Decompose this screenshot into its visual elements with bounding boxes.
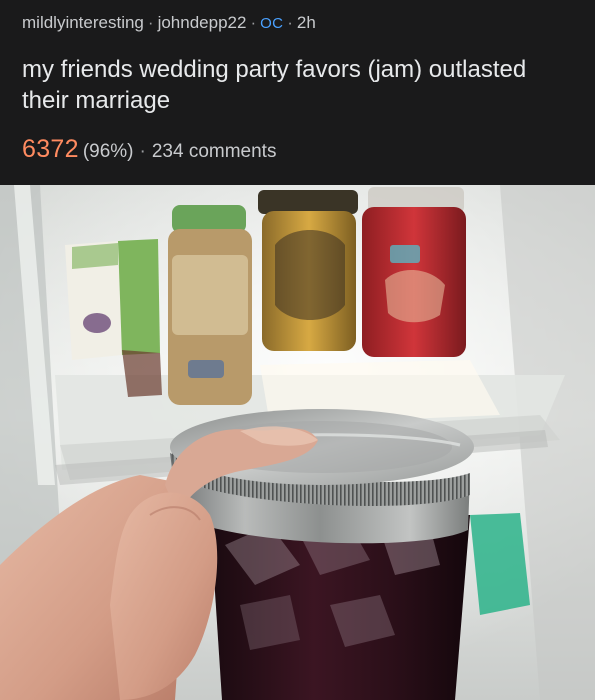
- score-count: 6372: [22, 135, 79, 163]
- author-link[interactable]: johndepp22: [158, 13, 247, 32]
- green-item: [470, 513, 530, 615]
- meta-separator: ·: [147, 13, 154, 32]
- green-jar-lid: [172, 205, 246, 233]
- stats-separator: ·: [139, 141, 146, 162]
- red-jar-label-art: [385, 269, 445, 323]
- meta-separator: ·: [287, 13, 293, 32]
- pickle-jar-contents: [275, 230, 345, 320]
- carton-base-shadow: [122, 350, 162, 397]
- tan-jar-label: [172, 255, 248, 335]
- oc-flair-badge: OC: [260, 15, 284, 32]
- tan-jar-sticker: [188, 360, 224, 378]
- post-age: 2h: [296, 13, 316, 32]
- upvote-ratio: (96%): [82, 141, 134, 162]
- meta-separator: ·: [250, 13, 257, 32]
- post-stats: 6372 (96%) · 234 comments: [22, 136, 573, 165]
- pickle-jar-lid: [258, 190, 358, 214]
- subreddit-link[interactable]: mildlyinteresting: [22, 13, 144, 32]
- post-image[interactable]: [0, 185, 595, 700]
- carton-logo: [83, 313, 111, 333]
- carton-label: [72, 243, 118, 269]
- post-header: mildlyinteresting · johndepp22 · OC · 2h my fr…: [0, 0, 595, 185]
- post-title[interactable]: my friends wedding party favors (jam) ou…: [22, 54, 542, 116]
- post-meta: mildlyinteresting · johndepp22 · OC · 2h: [22, 11, 573, 36]
- carton-side: [118, 239, 160, 355]
- red-jar-label-mark: [390, 245, 420, 263]
- comments-link[interactable]: 234 comments: [152, 141, 277, 162]
